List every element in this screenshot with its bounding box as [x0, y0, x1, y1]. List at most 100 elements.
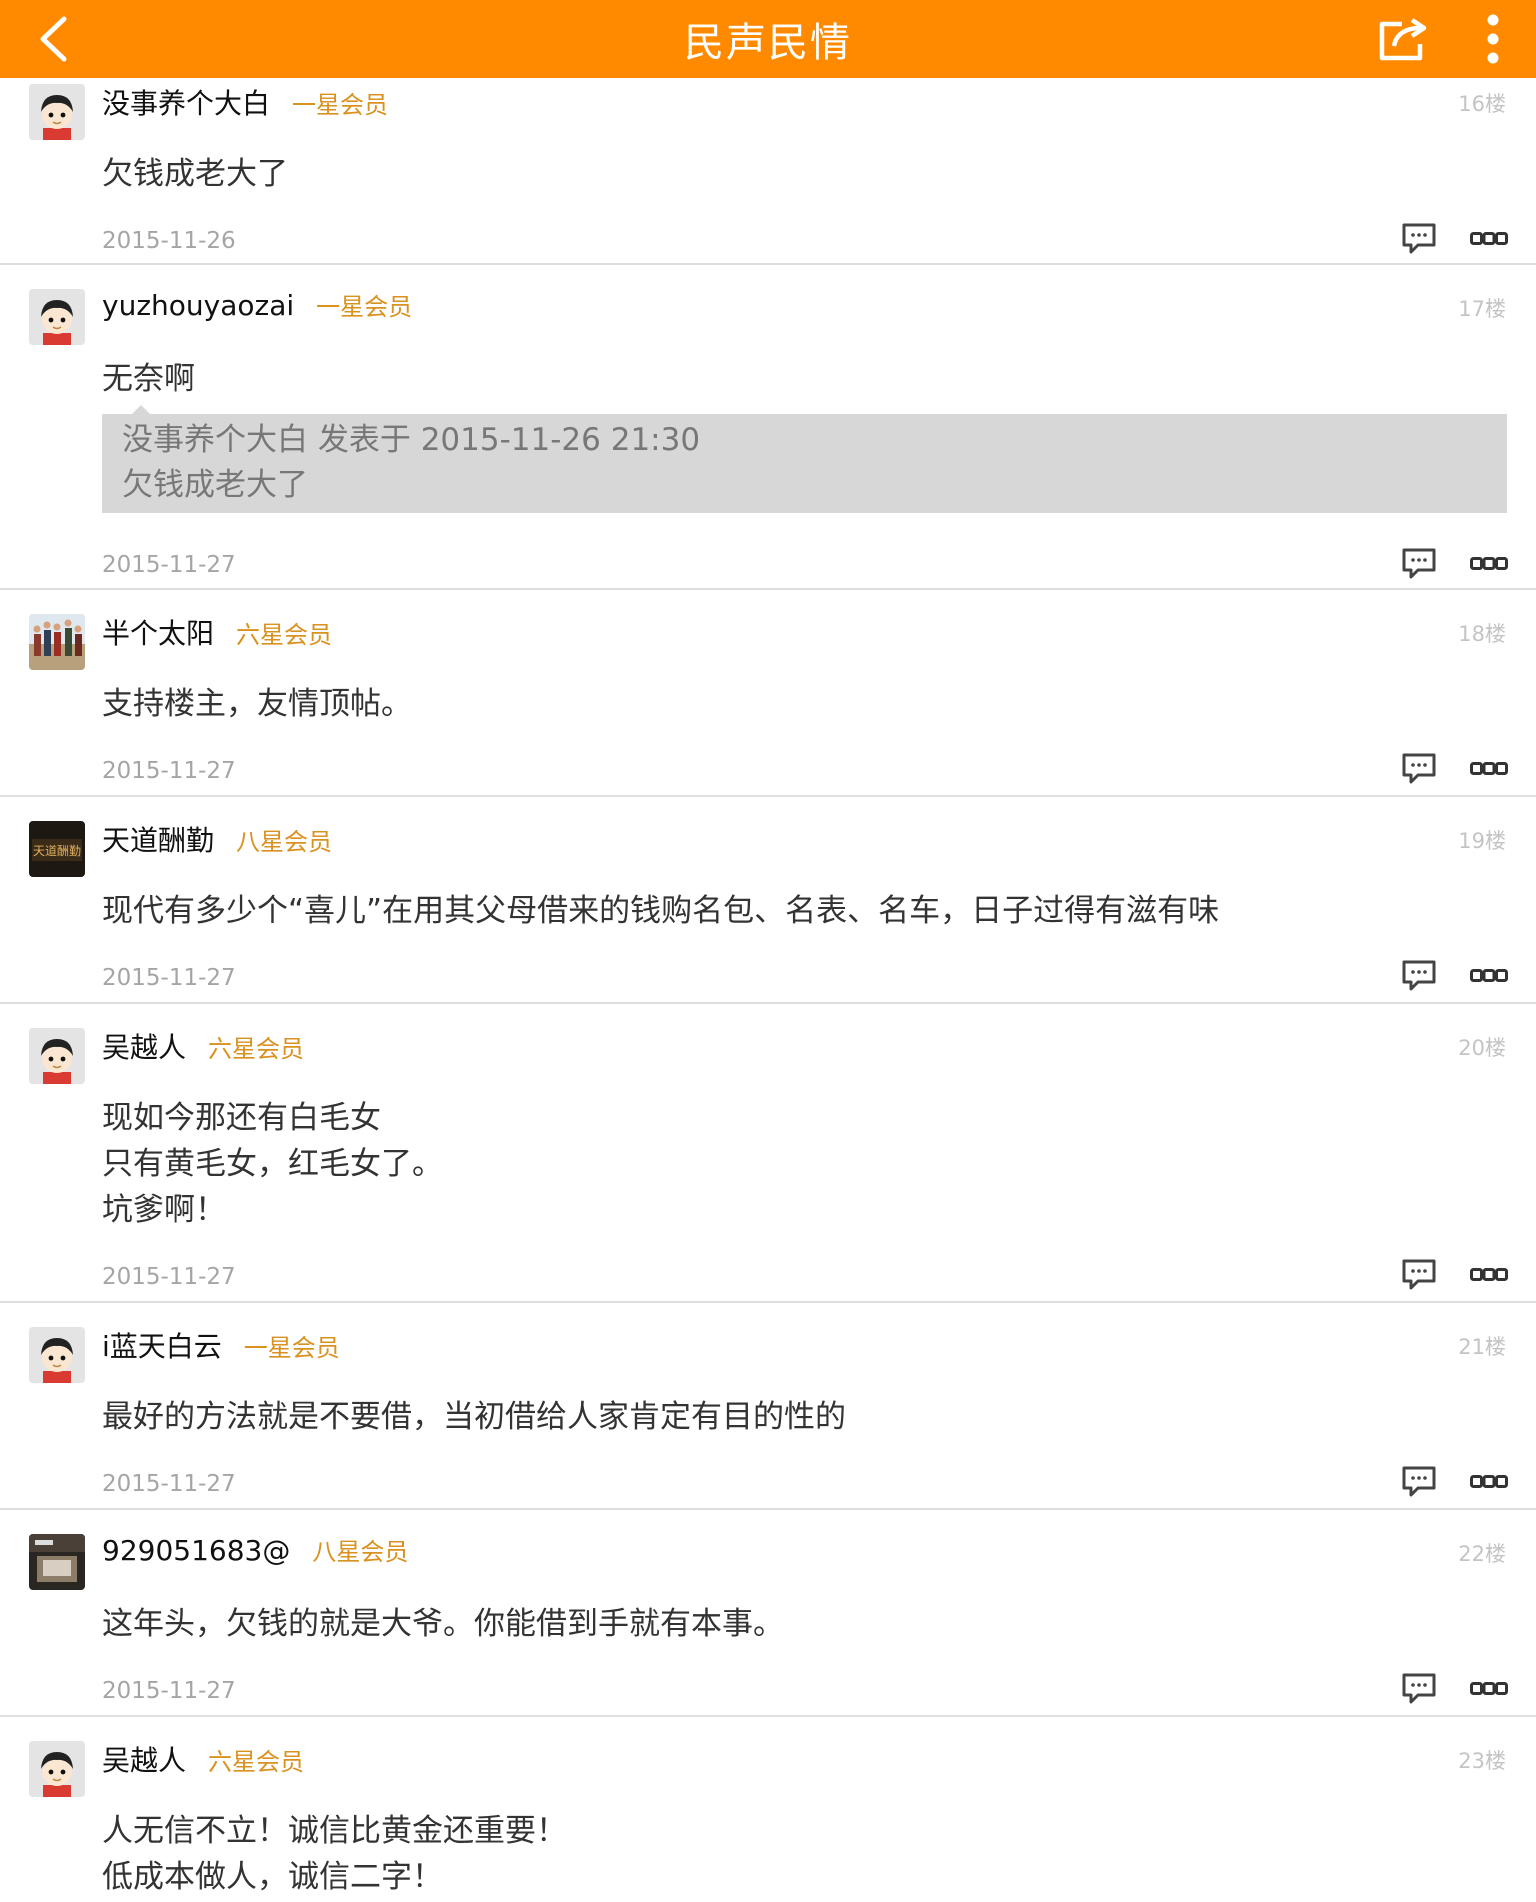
post-content: 现代有多少个“喜儿”在用其父母借来的钱购名包、名表、名车，日子过得有滋有味	[102, 888, 1219, 934]
comment-icon[interactable]	[1401, 547, 1437, 579]
cartoon-avatar-icon	[29, 1028, 85, 1084]
member-level: 六星会员	[208, 1035, 305, 1063]
cartoon-avatar-icon	[29, 84, 85, 140]
username[interactable]: 天道酬勤 八星会员	[102, 819, 332, 859]
more-options-icon[interactable]	[1470, 1267, 1508, 1283]
floor-number: 20楼	[1458, 1036, 1506, 1060]
username[interactable]: i蓝天白云 一星会员	[102, 1325, 340, 1365]
chevron-left-icon	[40, 16, 67, 62]
more-options-icon[interactable]	[1470, 231, 1508, 247]
avatar[interactable]	[29, 1534, 85, 1590]
post-item: 929051683@ 八星会员 22楼 这年头，欠钱的就是大爷。你能借到手就有本事…	[0, 1510, 1536, 1717]
cartoon-avatar-icon	[29, 1741, 85, 1797]
svg-text:天道酬勤: 天道酬勤	[33, 844, 81, 858]
post-date: 2015-11-27	[102, 1471, 236, 1497]
post-content: 这年头，欠钱的就是大爷。你能借到手就有本事。	[102, 1601, 784, 1647]
back-button[interactable]	[26, 12, 80, 66]
share-button[interactable]	[1370, 10, 1436, 68]
post-item: 半个太阳 六星会员 18楼 支持楼主，友情顶帖。 2015-11-27	[0, 590, 1536, 797]
comment-icon[interactable]	[1401, 1258, 1437, 1290]
vertical-dots-icon	[1487, 14, 1499, 64]
content-line: 无奈啊	[102, 361, 195, 397]
post-item: 吴越人 六星会员 20楼 现如今那还有白毛女 只有黄毛女，红毛女了。 坑爹啊！ 2…	[0, 1004, 1536, 1303]
post-item: yuzhouyaozai 一星会员 17楼 无奈啊 没事养个大白 发表于 2015…	[0, 265, 1536, 590]
post-content: 支持楼主，友情顶帖。	[102, 681, 412, 727]
post-item: 没事养个大白 一星会员 16楼 欠钱成老大了 2015-11-26	[0, 78, 1536, 265]
member-level: 八星会员	[236, 828, 333, 856]
content-line: 支持楼主，友情顶帖。	[102, 686, 412, 722]
floor-number: 22楼	[1458, 1542, 1506, 1566]
member-level: 一星会员	[243, 1334, 340, 1362]
content-line: 坑爹啊！	[102, 1192, 226, 1228]
avatar[interactable]	[29, 1741, 85, 1797]
share-icon	[1379, 18, 1427, 61]
cartoon-avatar-icon	[29, 289, 85, 345]
member-level: 六星会员	[236, 621, 333, 649]
floor-number: 21楼	[1458, 1335, 1506, 1359]
avatar[interactable]	[29, 1327, 85, 1383]
post-content: 欠钱成老大了	[102, 151, 288, 197]
more-options-icon[interactable]	[1470, 761, 1508, 777]
avatar[interactable]	[29, 1028, 85, 1084]
more-options-icon[interactable]	[1470, 556, 1508, 572]
member-level: 一星会员	[316, 293, 413, 321]
comment-icon[interactable]	[1401, 752, 1437, 784]
quoted-reply: 没事养个大白 发表于 2015-11-26 21:30 欠钱成老大了	[102, 414, 1507, 513]
username[interactable]: 吴越人 六星会员	[102, 1739, 304, 1779]
username[interactable]: 半个太阳 六星会员	[102, 612, 332, 652]
post-item: i蓝天白云 一星会员 21楼 最好的方法就是不要借，当初借给人家肯定有目的性的 2…	[0, 1303, 1536, 1510]
avatar[interactable]: 天道酬勤	[29, 821, 85, 877]
more-options-icon[interactable]	[1470, 968, 1508, 984]
member-level: 一星会员	[292, 91, 389, 119]
cartoon-avatar-icon	[29, 1327, 85, 1383]
floor-number: 23楼	[1458, 1749, 1506, 1773]
floor-number: 18楼	[1458, 622, 1506, 646]
avatar[interactable]	[29, 84, 85, 140]
member-level: 六星会员	[208, 1748, 305, 1776]
username[interactable]: yuzhouyaozai 一星会员	[102, 287, 412, 322]
quote-caret	[132, 405, 150, 414]
top-bar: 民声民情	[0, 0, 1536, 78]
content-line: 现代有多少个“喜儿”在用其父母借来的钱购名包、名表、名车，日子过得有滋有味	[102, 893, 1220, 929]
avatar[interactable]	[29, 614, 85, 670]
post-content: 无奈啊	[102, 356, 195, 402]
floor-number: 16楼	[1458, 92, 1506, 116]
content-line: 低成本做人，诚信二字！	[102, 1859, 443, 1895]
username[interactable]: 吴越人 六星会员	[102, 1026, 304, 1066]
comment-icon[interactable]	[1401, 959, 1437, 991]
quote-header: 没事养个大白 发表于 2015-11-26 21:30	[122, 422, 701, 458]
post-date: 2015-11-27	[102, 1678, 236, 1704]
content-line: 现如今那还有白毛女	[102, 1100, 381, 1136]
content-line: 欠钱成老大了	[102, 156, 288, 192]
post-date: 2015-11-27	[102, 1264, 236, 1290]
comment-icon[interactable]	[1401, 1672, 1437, 1704]
post-date: 2015-11-27	[102, 965, 236, 991]
member-level: 八星会员	[312, 1538, 409, 1566]
content-line: 只有黄毛女，红毛女了。	[102, 1146, 443, 1182]
more-options-icon[interactable]	[1470, 1474, 1508, 1490]
post-content: 人无信不立！诚信比黄金还重要！ 低成本做人，诚信二字！	[102, 1808, 567, 1900]
calligraphy-avatar-icon: 天道酬勤	[29, 821, 85, 877]
comment-icon[interactable]	[1401, 222, 1437, 254]
post-content: 最好的方法就是不要借，当初借给人家肯定有目的性的	[102, 1394, 846, 1440]
content-line: 最好的方法就是不要借，当初借给人家肯定有目的性的	[102, 1399, 846, 1435]
floor-number: 19楼	[1458, 829, 1506, 853]
group-photo-avatar-icon	[29, 614, 85, 670]
post-list: 没事养个大白 一星会员 16楼 欠钱成老大了 2015-11-26 yuzhou…	[0, 78, 1536, 1897]
post-item: 吴越人 六星会员 23楼 人无信不立！诚信比黄金还重要！ 低成本做人，诚信二字！	[0, 1717, 1536, 1897]
quote-text: 欠钱成老大了	[122, 467, 308, 503]
content-line: 人无信不立！诚信比黄金还重要！	[102, 1813, 567, 1849]
post-date: 2015-11-27	[102, 552, 236, 578]
content-line: 这年头，欠钱的就是大爷。你能借到手就有本事。	[102, 1606, 784, 1642]
avatar[interactable]	[29, 289, 85, 345]
floor-number: 17楼	[1458, 297, 1506, 321]
username[interactable]: 没事养个大白 一星会员	[102, 82, 388, 122]
more-button[interactable]	[1470, 8, 1516, 70]
post-content: 现如今那还有白毛女 只有黄毛女，红毛女了。 坑爹啊！	[102, 1095, 443, 1233]
comment-icon[interactable]	[1401, 1465, 1437, 1497]
page-title: 民声民情	[684, 20, 852, 66]
more-options-icon[interactable]	[1470, 1681, 1508, 1697]
post-item: 天道酬勤 天道酬勤 八星会员 19楼 现代有多少个“喜儿”在用其父母借来的钱购名包…	[0, 797, 1536, 1004]
username[interactable]: 929051683@ 八星会员	[102, 1532, 408, 1567]
post-date: 2015-11-26	[102, 228, 236, 254]
